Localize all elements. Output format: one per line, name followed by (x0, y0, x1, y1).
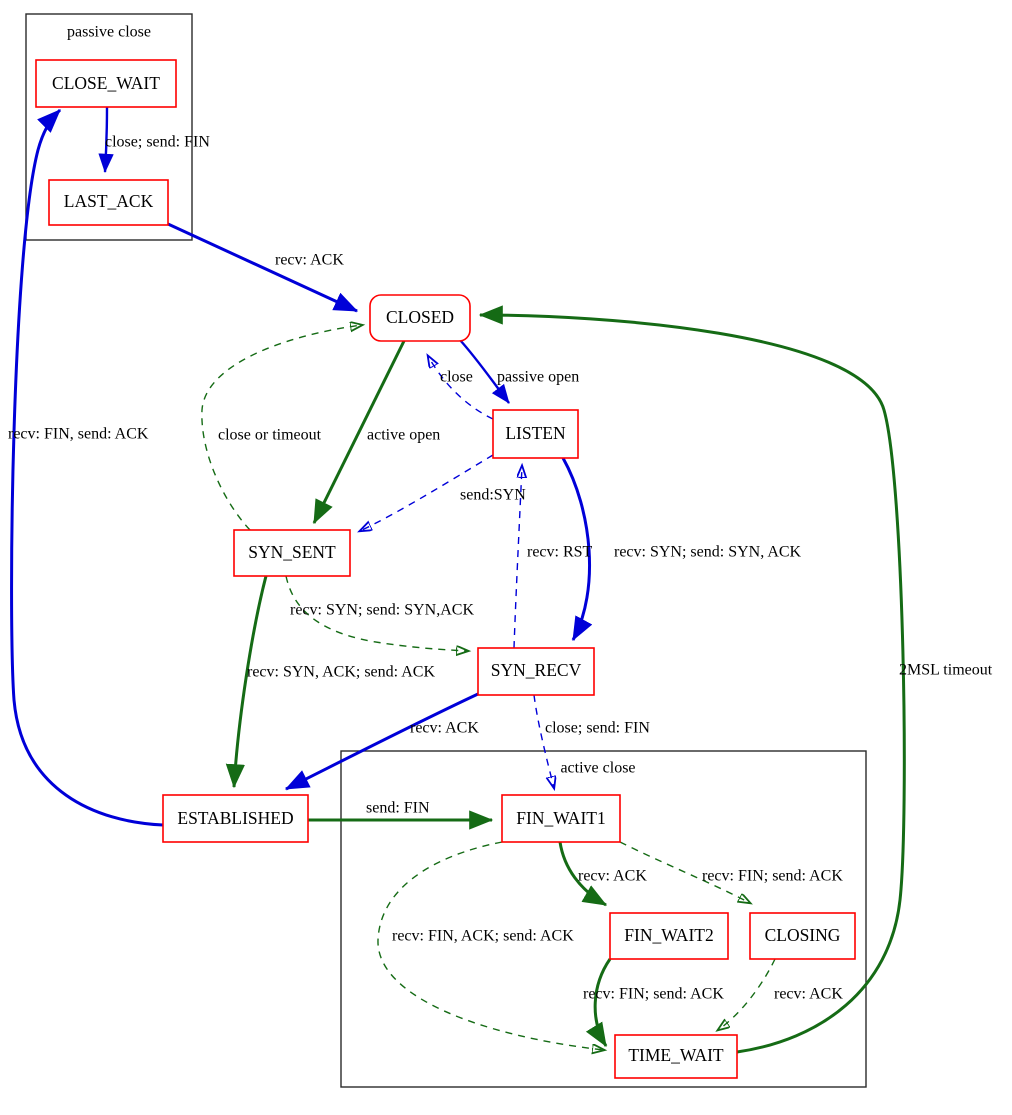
cluster-active-close-label: active close (560, 760, 635, 777)
edge-label-send-syn: send:SYN (460, 487, 526, 504)
diagram-svg: CLOSE_WAIT LAST_ACK CLOSED LISTEN SYN_SE… (8, 13, 993, 1088)
edge-label-recv-syn-send-syn-ack: recv: SYN; send: SYN, ACK (614, 544, 802, 561)
node-fin-wait2-label: FIN_WAIT2 (624, 925, 713, 945)
edge-label-recv-fin-send-ack-closing: recv: FIN; send: ACK (702, 868, 843, 885)
node-syn-sent-label: SYN_SENT (248, 542, 336, 562)
edge-label-recv-syn-send-synack: recv: SYN; send: SYN,ACK (290, 602, 474, 619)
edge-closing-to-time-wait (718, 958, 776, 1030)
node-syn-recv-label: SYN_RECV (491, 660, 582, 680)
edge-label-active-open: active open (367, 427, 440, 444)
node-time-wait-label: TIME_WAIT (628, 1045, 724, 1065)
node-time-wait[interactable]: TIME_WAIT (614, 1034, 738, 1079)
edge-label-recv-syn-ack-send-ack: recv: SYN, ACK; send: ACK (247, 664, 435, 681)
node-established-label: ESTABLISHED (177, 808, 293, 828)
node-fin-wait2[interactable]: FIN_WAIT2 (609, 912, 729, 960)
edge-label-passive-open: passive open (497, 369, 579, 386)
edge-syn-sent-to-established (225, 575, 268, 789)
edge-label-recv-fin-ack-send-ack: recv: FIN, ACK; send: ACK (392, 928, 574, 945)
node-closing[interactable]: CLOSING (749, 912, 856, 960)
node-closed[interactable]: CLOSED (369, 294, 471, 342)
edge-label-recv-ack-last-ack: recv: ACK (275, 252, 344, 269)
edge-label-recv-fin-send-ack: recv: FIN, send: ACK (8, 426, 149, 443)
cluster-passive-close-label: passive close (67, 24, 151, 41)
node-last-ack[interactable]: LAST_ACK (48, 179, 169, 226)
edge-listen-to-closed (428, 356, 494, 420)
node-listen[interactable]: LISTEN (492, 409, 579, 459)
edge-label-send-fin: send: FIN (366, 800, 430, 817)
node-syn-recv[interactable]: SYN_RECV (477, 647, 595, 696)
edge-label-2msl-timeout: 2MSL timeout (899, 662, 993, 679)
node-fin-wait1-label: FIN_WAIT1 (516, 808, 605, 828)
edge-label-recv-ack-closing: recv: ACK (774, 986, 843, 1003)
node-listen-label: LISTEN (505, 423, 566, 443)
node-last-ack-label: LAST_ACK (64, 191, 154, 211)
edge-syn-recv-to-fin-wait1 (533, 694, 554, 788)
node-close-wait-label: CLOSE_WAIT (52, 73, 160, 93)
edge-syn-recv-to-established (284, 692, 479, 791)
node-close-wait[interactable]: CLOSE_WAIT (35, 59, 177, 108)
node-established[interactable]: ESTABLISHED (162, 794, 309, 843)
edge-label-recv-ack-fin-wait1: recv: ACK (578, 868, 647, 885)
node-closing-label: CLOSING (765, 925, 841, 945)
node-syn-sent[interactable]: SYN_SENT (233, 529, 351, 577)
node-closed-label: CLOSED (386, 307, 454, 327)
tcp-state-diagram: CLOSE_WAIT LAST_ACK CLOSED LISTEN SYN_SE… (0, 0, 1012, 1115)
edge-label-recv-fin-send-ack-tw: recv: FIN; send: ACK (583, 986, 724, 1003)
edge-label-close-send-fin: close; send: FIN (105, 134, 210, 151)
edge-label-close-send-fin-syn-recv: close; send: FIN (545, 720, 650, 737)
edge-label-recv-rst: recv: RST (527, 544, 593, 561)
edge-label-recv-ack-syn-recv: recv: ACK (410, 720, 479, 737)
edge-label-close: close (440, 369, 473, 386)
edge-label-close-or-timeout: close or timeout (218, 427, 322, 444)
node-fin-wait1[interactable]: FIN_WAIT1 (501, 794, 621, 843)
